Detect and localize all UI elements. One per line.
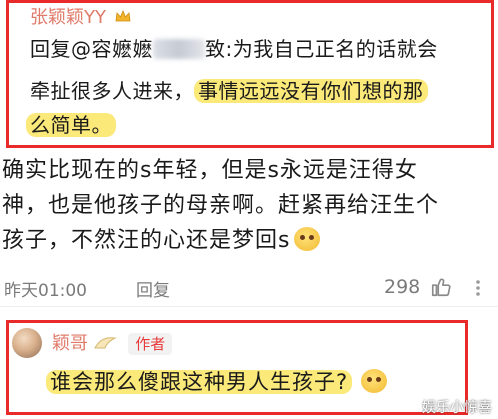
reply-button[interactable]: 回复	[136, 276, 170, 301]
smirk-emoji-icon	[294, 227, 321, 251]
separator	[0, 306, 498, 307]
grin-emoji-icon	[361, 369, 388, 393]
quoted-reply-line-1: 回复@容嬷嬷 致:为我自己正名的话就会	[30, 30, 438, 68]
author-reply-text-row: 谁会那么傻跟这种男人生孩子?	[46, 366, 388, 398]
watermark: 娱乐小惊喜	[422, 400, 492, 416]
comment-line-1: 确实比现在的s年轻，但是s永远是汪得女	[2, 158, 418, 183]
more-options-icon[interactable]	[468, 278, 488, 298]
comment-line-3: 孩子，不然汪的心还是梦回s	[2, 224, 321, 257]
like-count: 298	[384, 276, 421, 298]
quoted-reply-line-2: 牵扯很多人进来， 事情远远没有你们想的那	[30, 72, 428, 110]
author-avatar[interactable]	[12, 328, 42, 358]
reply-highlight-1: 事情远远没有你们想的那	[194, 79, 428, 103]
reply-suffix: 致:为我自己正名的话就会	[205, 37, 438, 61]
author-username[interactable]: 颖哥	[52, 333, 88, 354]
reply-highlight-2: 么简单。	[26, 113, 116, 137]
comment-line-2: 神，也是他孩子的母亲啊。赶紧再给汪生个	[2, 193, 440, 218]
comment-line-3-text: 孩子，不然汪的心还是梦回s	[2, 228, 291, 253]
quoted-reply-line-3: 么简单。	[26, 106, 116, 144]
author-badge: 作者	[128, 333, 173, 355]
comment-timestamp: 昨天01:00	[4, 281, 87, 301]
author-name-row: 颖哥 作者	[52, 329, 173, 355]
vip-badge-icon	[94, 337, 117, 349]
quoted-username-row: 张颖颖YY	[30, 3, 131, 29]
blurred-name	[153, 39, 205, 59]
quoted-username[interactable]: 张颖颖YY	[30, 7, 106, 28]
vip-crown-icon	[115, 10, 131, 22]
reply-prefix: 回复@容嬷嬷	[30, 37, 153, 61]
thumbs-up-icon[interactable]	[430, 276, 452, 298]
reply-plain: 牵扯很多人进来，	[30, 79, 194, 103]
author-reply-text: 谁会那么傻跟这种男人生孩子?	[46, 370, 353, 394]
